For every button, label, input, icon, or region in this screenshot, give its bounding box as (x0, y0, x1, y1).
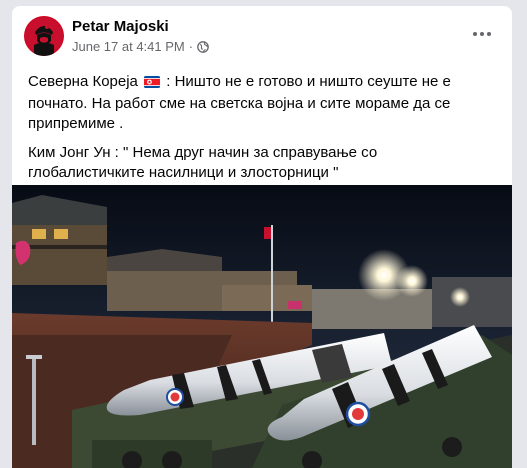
more-options-icon[interactable] (464, 22, 500, 46)
post-card: Petar Majoski June 17 at 4:41 PM · Север… (12, 6, 512, 468)
avatar[interactable] (24, 16, 64, 56)
globe-icon[interactable] (197, 40, 209, 53)
post-photo[interactable] (12, 185, 512, 468)
post-paragraph-1: Северна Кореја : Ништо не е готово и ниш… (28, 72, 498, 134)
post-text: Северна Кореја : Ништо не е готово и ниш… (28, 72, 498, 192)
paragraph-1-start: Северна Кореја (28, 73, 138, 90)
author-name[interactable]: Petar Majoski (72, 18, 169, 35)
meta-separator: · (188, 39, 194, 54)
post-header: Petar Majoski June 17 at 4:41 PM · (12, 6, 512, 62)
post-date[interactable]: June 17 at 4:41 PM (72, 39, 185, 54)
north-korea-flag-icon (144, 74, 161, 94)
post-meta: June 17 at 4:41 PM · (72, 39, 209, 54)
post-paragraph-2: Ким Јонг Ун : " Нема друг начин за справ… (28, 144, 378, 181)
